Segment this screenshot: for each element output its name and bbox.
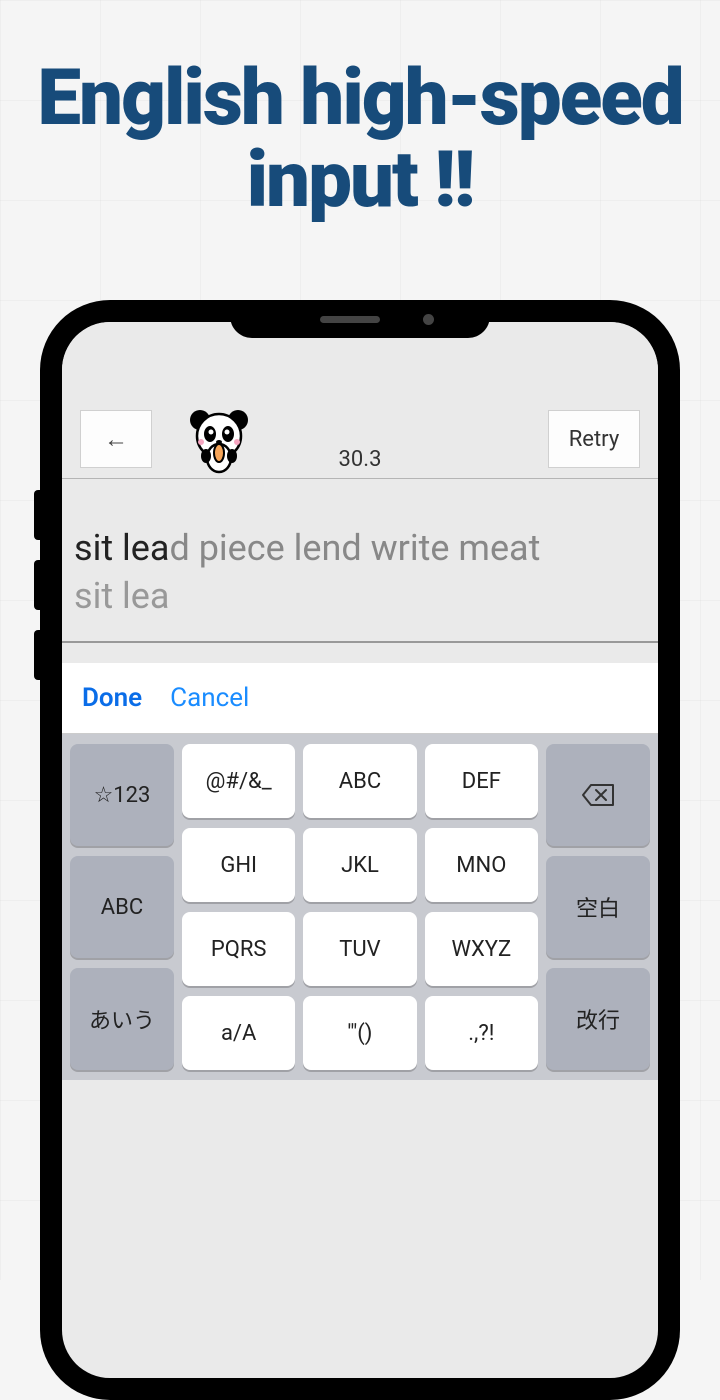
key-wxyz[interactable]: WXYZ bbox=[425, 912, 538, 986]
key-def[interactable]: DEF bbox=[425, 744, 538, 818]
speaker-icon bbox=[320, 316, 380, 323]
key-ghi[interactable]: GHI bbox=[182, 828, 295, 902]
phone-frame: ← bbox=[40, 300, 680, 1400]
user-input-text[interactable]: sit lea bbox=[74, 575, 646, 617]
suggestion-bar: Done Cancel bbox=[62, 663, 658, 734]
cancel-button[interactable]: Cancel bbox=[170, 683, 249, 713]
arrow-left-icon: ← bbox=[104, 425, 128, 454]
key-kana-mode[interactable]: あいう bbox=[70, 968, 174, 1070]
key-symbols[interactable]: @#/&_ bbox=[182, 744, 295, 818]
camera-icon bbox=[423, 314, 434, 325]
retry-button[interactable]: Retry bbox=[548, 410, 640, 468]
key-backspace[interactable] bbox=[546, 744, 650, 846]
key-shift[interactable]: a/A bbox=[182, 996, 295, 1070]
panda-mascot bbox=[184, 406, 254, 476]
retry-label: Retry bbox=[569, 427, 619, 452]
key-punct[interactable]: .,?! bbox=[425, 996, 538, 1070]
key-abc-mode[interactable]: ABC bbox=[70, 856, 174, 958]
key-tuv[interactable]: TUV bbox=[303, 912, 416, 986]
phone-screen: ← bbox=[62, 322, 658, 1378]
headline: English high-speed input !! bbox=[0, 0, 720, 252]
typing-area: sit lead piece lend write meat sit lea bbox=[62, 479, 658, 643]
timer-value: 30.3 bbox=[339, 447, 382, 472]
key-jkl[interactable]: JKL bbox=[303, 828, 416, 902]
key-abc[interactable]: ABC bbox=[303, 744, 416, 818]
key-pqrs[interactable]: PQRS bbox=[182, 912, 295, 986]
target-text: sit lead piece lend write meat bbox=[74, 527, 646, 569]
top-bar: ← bbox=[62, 322, 658, 479]
key-space[interactable]: 空白 bbox=[546, 856, 650, 958]
key-numeric-mode[interactable]: ☆123 bbox=[70, 744, 174, 846]
back-button[interactable]: ← bbox=[80, 410, 152, 468]
done-button[interactable]: Done bbox=[82, 683, 142, 713]
panda-icon bbox=[184, 406, 254, 476]
target-typed-portion: sit lea bbox=[74, 527, 169, 569]
key-mno[interactable]: MNO bbox=[425, 828, 538, 902]
backspace-icon bbox=[581, 783, 615, 807]
key-return[interactable]: 改行 bbox=[546, 968, 650, 1070]
target-remaining-portion: d piece lend write meat bbox=[169, 527, 540, 569]
keyboard: ☆123 ABC あいう @#/&_ ABC DEF GHI JKL MNO bbox=[62, 734, 658, 1080]
key-quotes[interactable]: '"() bbox=[303, 996, 416, 1070]
phone-notch bbox=[230, 300, 490, 338]
